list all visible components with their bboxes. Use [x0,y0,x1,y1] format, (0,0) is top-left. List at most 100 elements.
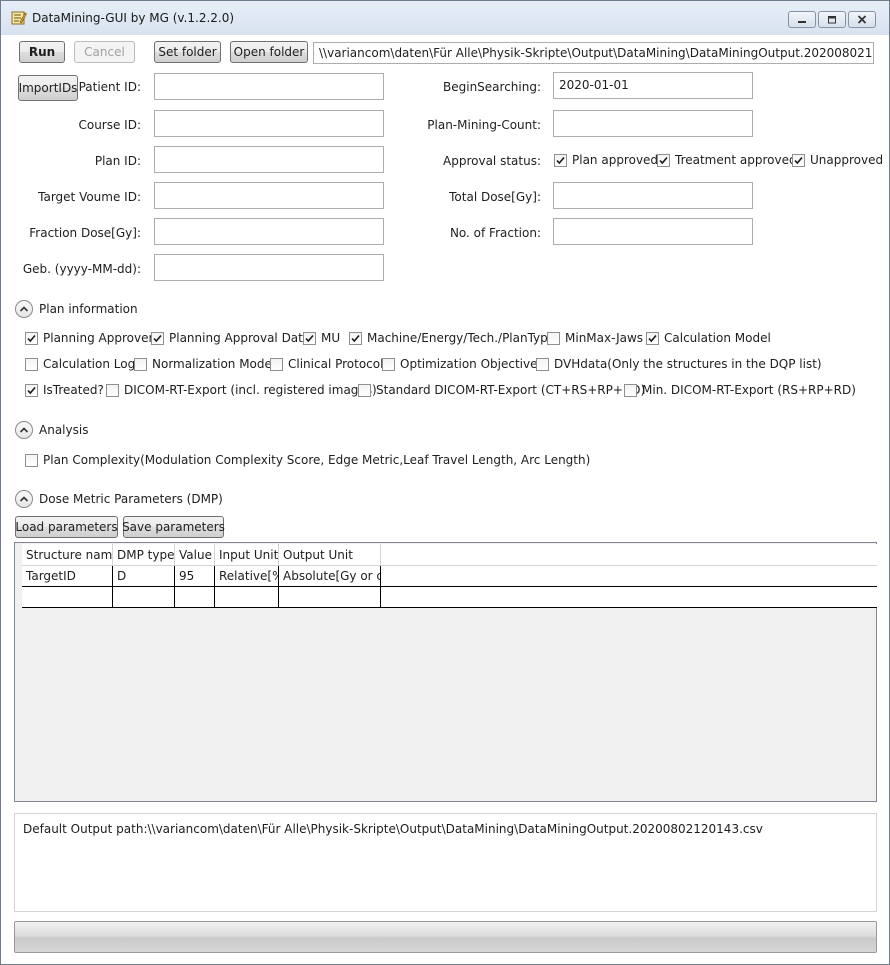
cell-value[interactable]: 95 [175,566,215,587]
cancel-button[interactable]: Cancel [74,41,135,63]
total-dose-input[interactable] [553,182,753,209]
analysis-header: Analysis [39,423,89,437]
checkmark-icon [25,383,38,397]
is-treated-label: IsTreated? [43,383,104,397]
standard-dicom-export-checkbox[interactable]: Standard DICOM-RT-Export (CT+RS+RP+RD) [358,383,645,397]
checkmark-icon [349,331,362,345]
run-button[interactable]: Run [19,41,65,63]
dicom-rt-export-checkbox[interactable]: DICOM-RT-Export (incl. registered images… [106,383,377,397]
optimization-objectives-label: Optimization Objectives [400,357,544,371]
cell-structure-name[interactable]: TargetID [22,566,113,587]
cell-dmp-type[interactable] [113,587,175,608]
checkmark-icon [646,331,659,345]
column-header-dmp-type[interactable]: DMP type [113,544,175,566]
machine-energy-label: Machine/Energy/Tech./PlanType [367,331,556,345]
course-id-label: Course ID: [78,118,141,132]
set-folder-button[interactable]: Set folder [154,41,221,63]
planning-approver-label: Planning Approver [43,331,154,345]
column-header-structure-name[interactable]: Structure name [22,544,113,566]
title-bar[interactable]: DataMining-GUI by MG (v.1.2.2.0) [1,1,889,35]
approval-status-label: Approval status: [443,154,541,168]
begin-searching-input[interactable]: 2020-01-01 [553,72,753,99]
open-folder-button[interactable]: Open folder [230,41,308,63]
clinical-protocol-checkbox[interactable]: Clinical Protocol [270,357,383,371]
plan-complexity-checkbox[interactable]: Plan Complexity(Modulation Complexity Sc… [25,453,590,467]
plan-approved-checkbox[interactable]: Plan approved [554,153,658,167]
chevron-up-icon [15,421,33,439]
app-icon [11,11,27,25]
dmp-data-grid[interactable]: Structure name DMP type Value Input Unit… [14,542,877,802]
calculation-model-checkbox[interactable]: Calculation Model [646,331,771,345]
normalization-mode-label: Normalization Mode [152,357,272,371]
target-volume-id-label: Target Voume ID: [38,190,141,204]
cell-dmp-type[interactable]: D [113,566,175,587]
min-dicom-export-checkbox[interactable]: Min. DICOM-RT-Export (RS+RP+RD) [624,383,856,397]
cell-input-unit[interactable]: Relative[%] [215,566,279,587]
cell-structure-name[interactable] [22,587,113,608]
cell-input-unit[interactable] [215,587,279,608]
load-parameters-button[interactable]: Load parameters [15,516,118,538]
total-dose-label: Total Dose[Gy]: [449,190,541,204]
checkmark-icon [303,331,316,345]
minmax-jaws-checkbox[interactable]: MinMax-Jaws [547,331,643,345]
unapproved-checkbox[interactable]: Unapproved [792,153,883,167]
plan-information-expander[interactable]: Plan information [15,300,138,318]
maximize-button[interactable] [818,11,846,28]
patient-id-input[interactable] [154,73,384,100]
analysis-expander[interactable]: Analysis [15,421,88,439]
birthdate-input[interactable] [154,254,384,281]
app-window: DataMining-GUI by MG (v.1.2.2.0) Run Can… [0,0,890,965]
birthdate-label: Geb. (yyyy-MM-dd): [22,262,141,276]
planning-approver-checkbox[interactable]: Planning Approver [25,331,153,345]
cell-output-unit[interactable]: Absolute[Gy or cc] [279,566,381,587]
clinical-protocol-label: Clinical Protocol [288,357,384,371]
is-treated-checkbox[interactable]: IsTreated? [25,383,104,397]
normalization-mode-checkbox[interactable]: Normalization Mode [134,357,272,371]
patient-id-label: Patient ID: [78,80,141,94]
begin-searching-label: BeginSearching: [443,80,541,94]
checkmark-icon [151,331,164,345]
num-fractions-input[interactable] [553,218,753,245]
checkmark-icon [792,153,805,167]
cell-output-unit[interactable] [279,587,381,608]
num-fractions-label: No. of Fraction: [449,226,541,240]
output-path-field[interactable]: \\variancom\daten\Für Alle\Physik-Skript… [313,42,874,64]
calculation-log-checkbox[interactable]: Calculation Log [25,357,135,371]
fraction-dose-input[interactable] [154,218,384,245]
plan-mining-count-input[interactable] [553,110,753,137]
treatment-approved-checkbox[interactable]: Treatment approved [657,153,797,167]
calculation-log-label: Calculation Log [43,357,136,371]
mu-label: MU [321,331,341,345]
dvhdata-checkbox[interactable]: DVHdata(Only the structures in the DQP l… [536,357,822,371]
plan-id-input[interactable] [154,146,384,173]
chevron-up-icon [15,490,33,508]
column-header-input-unit[interactable]: Input Unit [215,544,279,566]
table-row[interactable] [22,587,877,608]
grid-header-row: Structure name DMP type Value Input Unit… [22,544,877,566]
column-header-output-unit[interactable]: Output Unit [279,544,381,566]
close-icon [857,15,867,24]
log-output[interactable]: Default Output path:\\variancom\daten\Fü… [14,813,877,912]
planning-approval-date-checkbox[interactable]: Planning Approval Date [151,331,310,345]
treatment-approved-label: Treatment approved [675,153,797,167]
cell-value[interactable] [175,587,215,608]
mu-checkbox[interactable]: MU [303,331,340,345]
plan-id-label: Plan ID: [94,154,141,168]
checkmark-icon [25,331,38,345]
column-header-value[interactable]: Value [175,544,215,566]
close-button[interactable] [848,11,876,28]
target-volume-id-input[interactable] [154,182,384,209]
minimize-button[interactable] [788,11,816,28]
machine-energy-checkbox[interactable]: Machine/Energy/Tech./PlanType [349,331,555,345]
plan-mining-count-label: Plan-Mining-Count: [427,118,541,132]
plan-complexity-label: Plan Complexity(Modulation Complexity Sc… [43,453,591,467]
optimization-objectives-checkbox[interactable]: Optimization Objectives [382,357,544,371]
calculation-model-label: Calculation Model [664,331,771,345]
dmp-grid-body: Structure name DMP type Value Input Unit… [22,544,877,608]
table-row[interactable]: TargetID D 95 Relative[%] Absolute[Gy or… [22,566,877,587]
dmp-expander[interactable]: Dose Metric Parameters (DMP) [15,490,223,508]
save-parameters-button[interactable]: Save parameters [122,516,225,538]
minimize-icon [798,20,806,23]
main-content: Run Cancel Set folder Open folder \\vari… [1,35,889,964]
course-id-input[interactable] [154,110,384,137]
